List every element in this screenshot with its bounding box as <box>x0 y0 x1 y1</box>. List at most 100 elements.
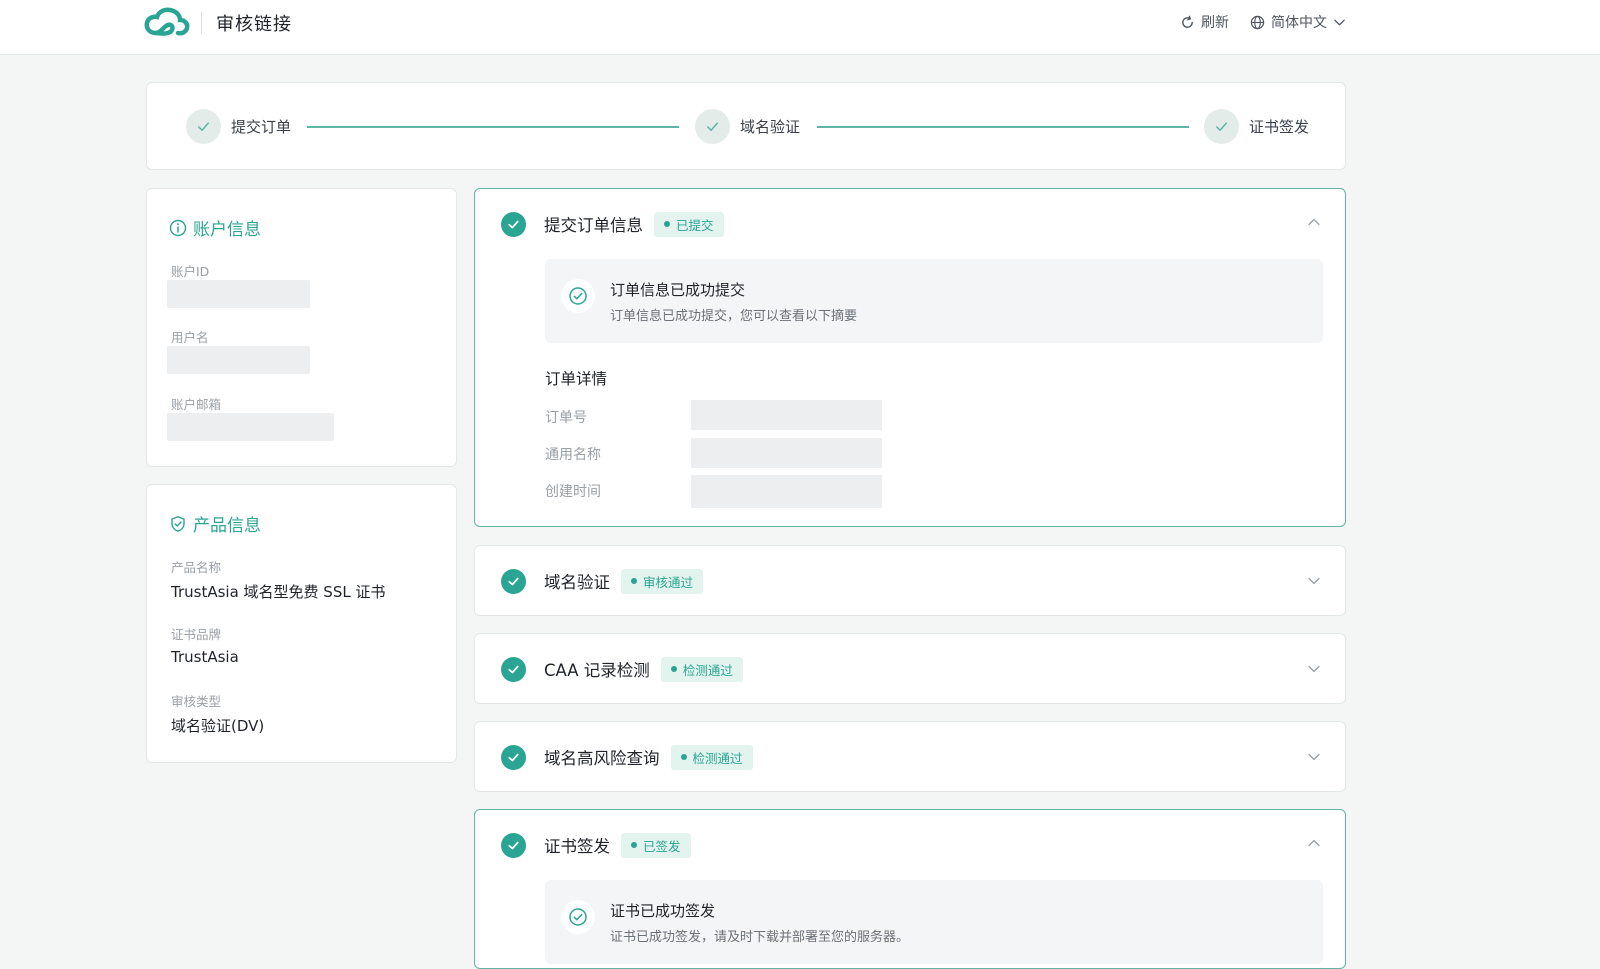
notice-title: 订单信息已成功提交 <box>610 281 746 299</box>
section-title: 域名高风险查询 <box>544 749 660 768</box>
chevron-up-icon[interactable] <box>1307 215 1321 229</box>
progress-steps: 提交订单 域名验证 证书签发 <box>146 82 1346 170</box>
status-dot <box>680 754 687 760</box>
chevron-up-icon[interactable] <box>1307 836 1321 850</box>
field-label-account-id: 账户ID <box>171 264 210 279</box>
step-connector <box>307 126 679 128</box>
notice-description: 证书已成功签发，请及时下载并部署至您的服务器。 <box>610 930 910 945</box>
status-dot <box>631 842 637 848</box>
check-icon <box>198 122 209 131</box>
check-icon <box>508 753 519 761</box>
check-circle-icon <box>569 908 587 926</box>
notice-check-icon <box>561 900 595 934</box>
chevron-down-icon[interactable] <box>1307 574 1321 588</box>
field-value-account-id <box>167 280 310 308</box>
status-badge: 检测通过 <box>670 744 753 770</box>
app-title: 审核链接 <box>216 14 292 35</box>
top-bar: 审核链接 刷新 简体中文 <box>0 0 1600 55</box>
chevron-down-icon[interactable] <box>1307 750 1321 764</box>
info-icon <box>169 219 187 236</box>
detail-value-created-time <box>691 475 882 508</box>
account-info-title: 账户信息 <box>169 215 261 240</box>
section-title: 域名验证 <box>544 573 610 592</box>
step-label: 域名验证 <box>740 118 801 136</box>
field-value-username <box>167 346 310 374</box>
section-cert-issued: 证书签发 已签发 证书已成功签发 证书已成功签发，请及时下载并部署至您的服务器。 <box>474 809 1346 969</box>
status-badge: 已签发 <box>621 832 691 858</box>
field-value-cert-brand: TrustAsia <box>171 648 239 666</box>
chevron-down-icon <box>1334 19 1345 25</box>
section-domain-verify: 域名验证 审核通过 <box>474 545 1346 616</box>
check-icon <box>707 122 718 131</box>
section-title: 提交订单信息 <box>544 216 643 235</box>
section-check-badge <box>501 211 526 237</box>
step-domain-verify: 域名验证 <box>695 109 800 144</box>
step-connector <box>817 126 1189 128</box>
field-label-cert-brand: 证书品牌 <box>171 627 222 642</box>
section-check-badge <box>501 656 526 682</box>
status-badge-label: 检测通过 <box>682 662 733 678</box>
logo-divider <box>201 12 202 34</box>
detail-label-common-name: 通用名称 <box>545 447 601 463</box>
section-title: CAA 记录检测 <box>544 661 650 680</box>
language-label: 简体中文 <box>1271 15 1327 31</box>
section-check-badge <box>501 832 526 858</box>
product-info-heading: 产品信息 <box>193 516 261 536</box>
step-cert-issue: 证书签发 <box>1204 109 1309 144</box>
status-badge: 审核通过 <box>621 568 704 594</box>
check-icon <box>508 841 519 849</box>
section-title: 证书签发 <box>544 837 610 856</box>
field-label-product-name: 产品名称 <box>171 560 222 575</box>
status-dot <box>670 666 677 672</box>
refresh-label: 刷新 <box>1201 15 1229 31</box>
status-badge-label: 审核通过 <box>643 574 694 590</box>
detail-value-order-no <box>691 400 882 430</box>
status-badge: 已提交 <box>654 211 724 237</box>
status-dot <box>664 221 670 227</box>
account-info-heading: 账户信息 <box>193 220 261 240</box>
product-info-card: 产品信息 产品名称 TrustAsia 域名型免费 SSL 证书 证书品牌 Tr… <box>146 484 457 763</box>
chevron-down-icon[interactable] <box>1307 662 1321 676</box>
field-label-email: 账户邮箱 <box>171 397 222 412</box>
section-header[interactable]: CAA 记录检测 检测通过 <box>501 634 743 704</box>
notice-description: 订单信息已成功提交，您可以查看以下摘要 <box>610 309 858 324</box>
step-label: 证书签发 <box>1249 118 1310 136</box>
field-label-username: 用户名 <box>171 330 209 345</box>
status-dot <box>631 578 637 584</box>
shield-check-icon <box>171 515 185 532</box>
check-icon <box>1216 122 1227 131</box>
section-header[interactable]: 域名高风险查询 检测通过 <box>501 722 753 792</box>
detail-label-created-time: 创建时间 <box>545 484 601 500</box>
globe-icon <box>1250 15 1265 29</box>
section-header[interactable]: 证书签发 已签发 <box>501 810 691 880</box>
section-domain-risk: 域名高风险查询 检测通过 <box>474 721 1346 792</box>
check-icon <box>508 577 519 585</box>
order-details-heading: 订单详情 <box>545 370 608 388</box>
success-notice: 订单信息已成功提交 订单信息已成功提交，您可以查看以下摘要 <box>545 259 1323 343</box>
notice-title: 证书已成功签发 <box>610 902 716 920</box>
detail-label-order-no: 订单号 <box>545 410 587 426</box>
language-selector[interactable]: 简体中文 <box>1250 12 1346 32</box>
notice-check-icon <box>561 279 595 313</box>
field-label-audit-type: 审核类型 <box>171 694 222 709</box>
status-badge-label: 已签发 <box>643 838 681 854</box>
step-label: 提交订单 <box>231 118 292 136</box>
section-check-badge <box>501 744 526 770</box>
section-submit-order: 提交订单信息 已提交 订单信息已成功提交 订单信息已成功提交，您可以查看以下摘要… <box>474 188 1346 527</box>
step-check-circle <box>695 109 730 144</box>
field-value-audit-type: 域名验证(DV) <box>171 717 265 735</box>
section-header[interactable]: 域名验证 审核通过 <box>501 546 704 616</box>
detail-value-common-name <box>691 438 882 468</box>
check-icon <box>508 665 519 673</box>
status-badge-label: 已提交 <box>676 217 714 233</box>
cloud-logo-icon[interactable] <box>144 6 190 40</box>
success-notice: 证书已成功签发 证书已成功签发，请及时下载并部署至您的服务器。 <box>545 880 1323 964</box>
section-caa-check: CAA 记录检测 检测通过 <box>474 633 1346 704</box>
step-check-circle <box>1204 109 1239 144</box>
section-header[interactable]: 提交订单信息 已提交 <box>501 189 724 259</box>
step-check-circle <box>186 109 221 144</box>
refresh-button[interactable]: 刷新 <box>1180 12 1229 32</box>
account-info-card: 账户信息 账户ID 用户名 账户邮箱 <box>146 188 457 467</box>
status-badge-label: 检测通过 <box>692 750 743 766</box>
step-submit-order: 提交订单 <box>186 109 291 144</box>
